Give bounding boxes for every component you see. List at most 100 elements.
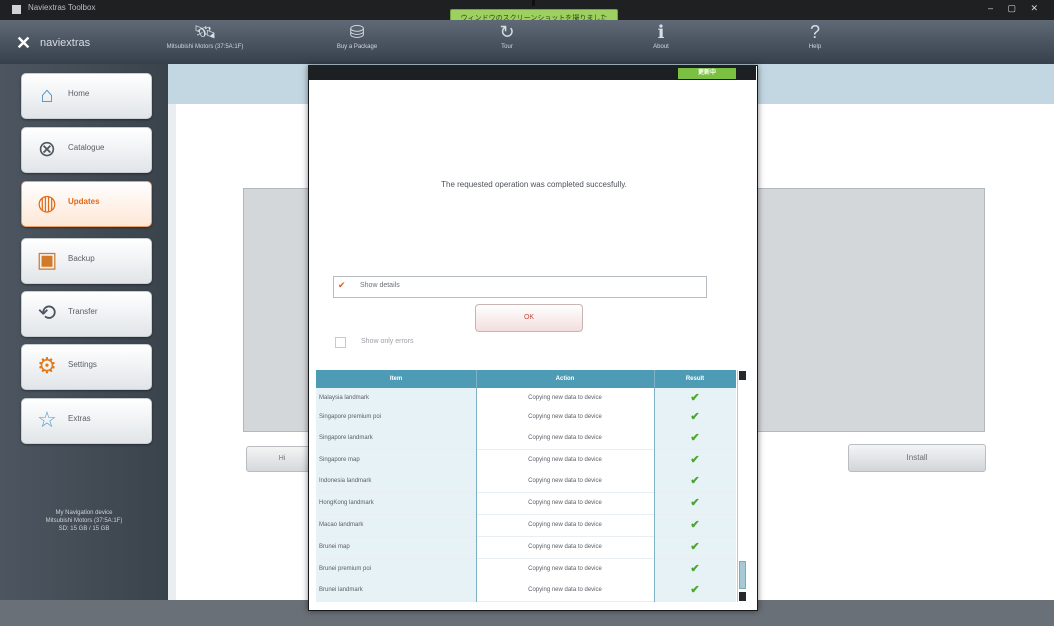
sidebar-item-transfer[interactable]: ⟲ Transfer [21, 291, 152, 337]
success-check-icon: ✔ [654, 515, 736, 536]
home-icon: ⌂ [40, 82, 54, 107]
sidebar-item-label: Updates [68, 197, 100, 206]
row-action: Copying new data to device [528, 500, 602, 506]
scrollbar-thumb[interactable] [739, 561, 746, 589]
satellite-icon: 🛰 [193, 22, 217, 42]
backup-icon: ▣ [36, 247, 58, 272]
success-check-icon: ✔ [654, 428, 736, 449]
row-item: Brunei premium poi [316, 559, 476, 580]
nav-tour-label: Tour [501, 44, 513, 50]
device-info: My Navigation device Mitsubishi Motors (… [14, 509, 154, 533]
success-check-icon: ✔ [654, 537, 736, 558]
row-action: Copying new data to device [528, 457, 602, 463]
row-item: Malaysia landmark [316, 388, 476, 409]
sidebar-item-home[interactable]: ⌂ Home [21, 73, 152, 119]
row-item: Indonesia landmark [316, 471, 476, 492]
info-icon: ℹ [657, 22, 665, 42]
nav-device-label: Mitsubishi Motors (37:5A:1F) [166, 44, 244, 50]
checkbox-box[interactable] [335, 337, 346, 348]
row-item: Brunei landmark [316, 580, 476, 601]
row-item: Singapore landmark [316, 428, 476, 449]
success-check-icon: ✔ [654, 493, 736, 514]
nav-buy-package[interactable]: ⛁ Buy a Package [312, 22, 402, 62]
table-row[interactable]: Brunei map Copying new data to device ✔ [316, 537, 736, 559]
nav-help-label: Help [808, 44, 822, 50]
install-button[interactable]: Install [848, 444, 986, 472]
table-row[interactable]: Singapore premium poi Copying new data t… [316, 407, 736, 429]
device-info-storage: SD: 15 GB / 15 GB [58, 526, 110, 532]
shopping-bag-icon: ⛁ [349, 22, 365, 42]
table-row[interactable]: Singapore map Copying new data to device… [316, 450, 736, 472]
nav-tour[interactable]: ↻ Tour [462, 22, 552, 62]
logo-text: naviextras [40, 37, 91, 49]
row-item: Singapore map [316, 450, 476, 471]
sidebar-item-backup[interactable]: ▣ Backup [21, 238, 152, 284]
window-controls[interactable]: ‒ ▢ ✕ [988, 3, 1044, 14]
sidebar-item-extras[interactable]: ☆ Extras [21, 398, 152, 444]
sidebar-item-label: Extras [68, 414, 91, 423]
success-check-icon: ✔ [654, 580, 736, 601]
table-row[interactable]: Macao landmark Copying new data to devic… [316, 515, 736, 537]
row-action: Copying new data to device [528, 395, 602, 401]
nav-help[interactable]: ? Help [770, 22, 860, 62]
app-icon [12, 5, 21, 14]
column-header-result[interactable]: Result [654, 370, 736, 388]
sidebar-item-settings[interactable]: ⚙ Settings [21, 344, 152, 390]
row-action: Copying new data to device [528, 522, 602, 528]
row-action: Copying new data to device [528, 544, 602, 550]
sidebar-item-label: Backup [68, 254, 95, 263]
settings-icon: ⚙ [37, 353, 57, 378]
success-check-icon: ✔ [654, 388, 736, 409]
transfer-icon: ⟲ [37, 300, 57, 325]
sidebar-item-label: Catalogue [68, 143, 105, 152]
refresh-icon: ↻ [499, 22, 515, 42]
row-action: Copying new data to device [528, 435, 602, 441]
table-row[interactable]: Indonesia landmark Copying new data to d… [316, 471, 736, 493]
nav-buy-label: Buy a Package [336, 44, 378, 50]
nav-about[interactable]: ℹ About [616, 22, 706, 62]
device-info-model: Mitsubishi Motors (37:5A:1F) [45, 518, 123, 524]
success-check-icon: ✔ [654, 450, 736, 471]
globe-icon: ◍ [37, 190, 57, 215]
sidebar-item-label: Home [68, 89, 90, 98]
sidebar-item-updates[interactable]: ◍ Updates [21, 181, 152, 227]
column-header-action[interactable]: Action [476, 370, 654, 388]
column-divider [476, 370, 477, 602]
dialog-status-badge: 更新中 [678, 68, 736, 79]
row-action: Copying new data to device [528, 478, 602, 484]
row-item: HongKong landmark [316, 493, 476, 514]
window-title: Naviextras Toolbox [28, 3, 96, 12]
table-header: Item Action Result [316, 370, 736, 388]
column-header-item[interactable]: Item [316, 370, 476, 388]
sidebar-item-label: Settings [68, 360, 97, 369]
row-item: Macao landmark [316, 515, 476, 536]
row-action: Copying new data to device [528, 414, 602, 420]
question-icon: ? [809, 22, 820, 42]
row-item: Singapore premium poi [316, 407, 476, 428]
device-info-name: My Navigation device [55, 510, 113, 516]
scroll-up-arrow-icon[interactable] [739, 371, 746, 380]
table-row[interactable]: HongKong landmark Copying new data to de… [316, 493, 736, 515]
checkmark-icon: ✔ [338, 280, 346, 290]
row-item: Brunei map [316, 537, 476, 558]
show-details-label: Show details [360, 282, 400, 289]
scroll-down-arrow-icon[interactable] [739, 592, 746, 601]
sidebar-item-catalogue[interactable]: ⊗ Catalogue [21, 127, 152, 173]
table-row[interactable]: Singapore landmark Copying new data to d… [316, 428, 736, 450]
nav-about-label: About [653, 44, 669, 50]
success-check-icon: ✔ [654, 407, 736, 428]
naviextras-logo: ✕ naviextras [16, 33, 90, 53]
show-only-errors-label: Show only errors [361, 338, 414, 345]
notice-arrow [532, 0, 535, 6]
nav-device[interactable]: 🛰 Mitsubishi Motors (37:5A:1F) [160, 22, 250, 62]
completion-message: The requested operation was completed su… [441, 180, 627, 189]
success-check-icon: ✔ [654, 559, 736, 580]
logo-x-icon: ✕ [16, 33, 32, 53]
table-row[interactable]: Brunei landmark Copying new data to devi… [316, 580, 736, 602]
row-action: Copying new data to device [528, 566, 602, 572]
catalogue-icon: ⊗ [37, 136, 57, 161]
column-divider [654, 370, 655, 602]
table-row[interactable]: Brunei premium poi Copying new data to d… [316, 559, 736, 581]
ok-button[interactable]: OK [475, 304, 583, 332]
show-details-checkbox[interactable]: ✔ Show details [333, 276, 707, 298]
